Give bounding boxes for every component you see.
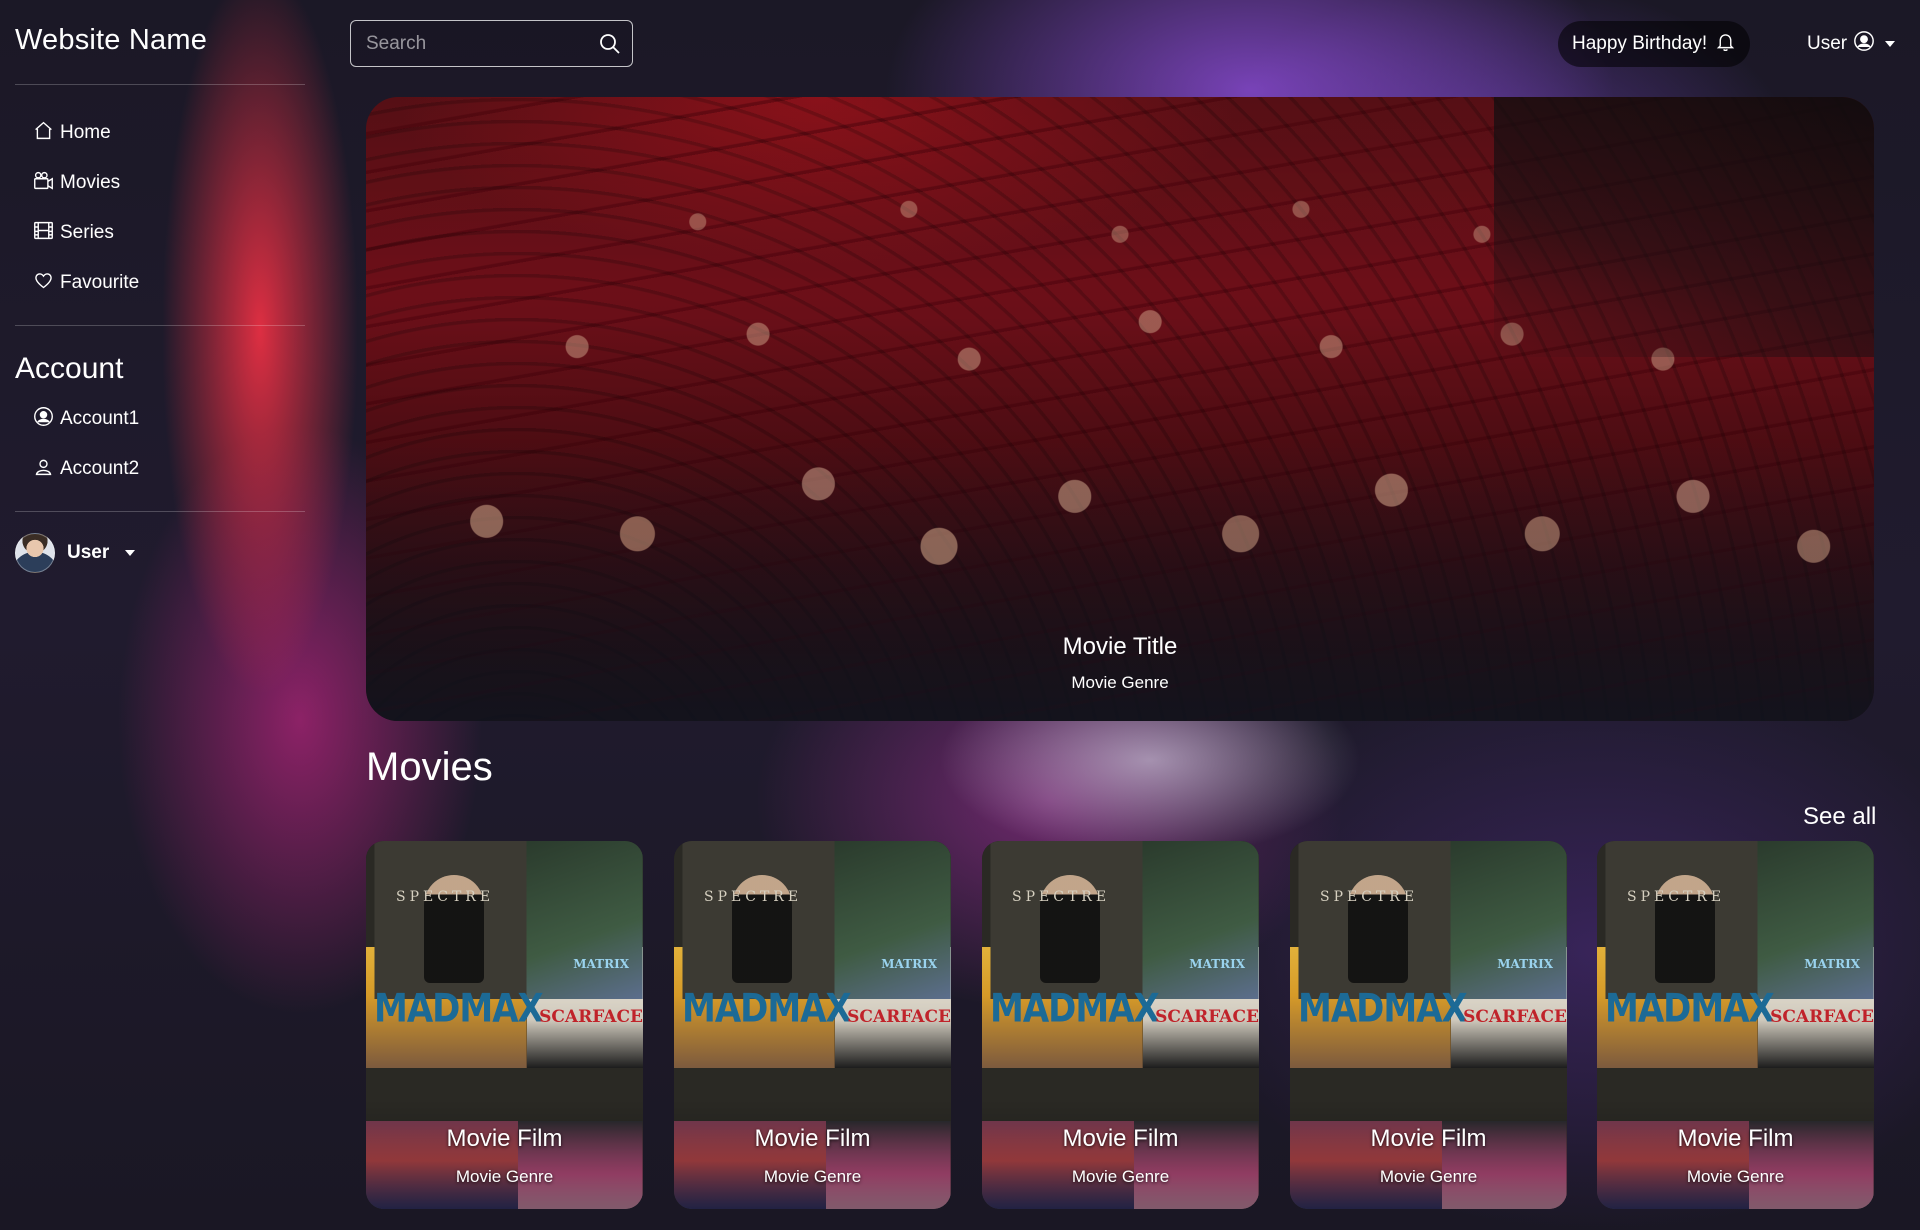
sidebar-user-menu[interactable]: User [15,533,136,573]
poster-text-madmax: MADMAX [682,986,852,1032]
sidebar-divider [15,84,305,85]
card-title: Movie Film [1370,1125,1487,1152]
card-genre: Movie Genre [1686,1167,1785,1186]
hero-image-shadow [1494,97,1874,357]
card-title: Movie Film [754,1125,871,1152]
caret-down-icon [125,550,136,556]
sidebar-item-series[interactable]: Series [33,213,114,253]
house-icon [33,120,54,147]
sidebar-item-label: Home [60,122,111,143]
card-genre: Movie Genre [763,1167,862,1186]
movies-heading: Movies [366,745,493,789]
poster-text-scarface: SCARFACE [1463,1007,1567,1027]
sidebar-user-label: User [67,542,110,563]
poster-text-spectre: SPECTRE [1627,889,1726,905]
bell-icon [1715,31,1736,58]
poster-text-scarface: SCARFACE [1155,1007,1259,1027]
movie-card[interactable]: SPECTRE MATRIX MADMAX SCARFACE Movie Fil… [982,841,1259,1209]
poster-text-matrix: MATRIX [1804,957,1860,971]
movie-card[interactable]: SPECTRE MATRIX MADMAX SCARFACE Movie Fil… [1597,841,1874,1209]
poster-text-madmax: MADMAX [1605,986,1775,1032]
search-box [350,20,633,67]
poster-text-spectre: SPECTRE [1012,889,1111,905]
poster-text-matrix: MATRIX [573,957,629,971]
film-strip-icon [33,220,54,247]
search-icon[interactable] [598,32,622,56]
card-caption: Movie Film Movie Genre [982,1125,1259,1187]
search-input[interactable] [351,21,632,66]
poster-text-matrix: MATRIX [881,957,937,971]
hero-genre: Movie Genre [1071,673,1169,692]
hero-caption: Movie Title Movie Genre [366,633,1874,693]
card-genre: Movie Genre [1379,1167,1478,1186]
sidebar-item-label: Series [60,222,114,243]
avatar [15,533,55,573]
user-circle-icon [33,406,54,433]
sidebar-divider [15,325,305,326]
top-user-label: User [1807,33,1848,54]
poster-text-matrix: MATRIX [1189,957,1245,971]
poster-text-madmax: MADMAX [1298,986,1468,1032]
movie-card[interactable]: SPECTRE MATRIX MADMAX SCARFACE Movie Fil… [1290,841,1567,1209]
poster-text-scarface: SCARFACE [847,1007,951,1027]
card-caption: Movie Film Movie Genre [1597,1125,1874,1187]
poster-text-scarface: SCARFACE [1770,1007,1874,1027]
card-title: Movie Film [446,1125,563,1152]
card-title: Movie Film [1677,1125,1794,1152]
poster-text-spectre: SPECTRE [396,889,495,905]
user-icon [33,456,54,483]
sidebar-item-label: Favourite [60,272,140,293]
account-section-title: Account [15,352,124,385]
movie-card[interactable]: SPECTRE MATRIX MADMAX SCARFACE Movie Fil… [674,841,951,1209]
card-genre: Movie Genre [1071,1167,1170,1186]
poster-text-spectre: SPECTRE [704,889,803,905]
poster-text-madmax: MADMAX [990,986,1160,1032]
sidebar-item-label: Account2 [60,458,140,479]
card-caption: Movie Film Movie Genre [366,1125,643,1187]
sidebar-item-account1[interactable]: Account1 [33,399,139,439]
poster-text-madmax: MADMAX [374,986,544,1032]
notification-label: Happy Birthday! [1572,33,1708,54]
film-camera-icon [33,170,54,197]
card-caption: Movie Film Movie Genre [1290,1125,1567,1187]
caret-down-icon [1885,41,1896,47]
sidebar-item-favourite[interactable]: Favourite [33,263,139,303]
poster-text-scarface: SCARFACE [539,1007,643,1027]
card-caption: Movie Film Movie Genre [674,1125,951,1187]
brand-name[interactable]: Website Name [15,24,207,57]
movie-card[interactable]: SPECTRE MATRIX MADMAX SCARFACE Movie Fil… [366,841,643,1209]
see-all-link[interactable]: See all [1803,803,1876,831]
top-user-menu[interactable]: User [1807,30,1896,58]
poster-text-spectre: SPECTRE [1320,889,1419,905]
notification-pill[interactable]: Happy Birthday! [1558,21,1751,67]
card-genre: Movie Genre [455,1167,554,1186]
heart-icon [33,270,54,297]
hero-banner[interactable]: Movie Title Movie Genre [366,97,1874,721]
sidebar: Website Name Home Movies Series Favourit… [15,0,305,600]
hero-title: Movie Title [1062,633,1178,660]
sidebar-item-label: Movies [60,172,121,193]
card-title: Movie Film [1062,1125,1179,1152]
sidebar-item-account2[interactable]: Account2 [33,449,139,489]
user-circle-icon [1853,30,1875,58]
sidebar-item-home[interactable]: Home [33,113,111,153]
sidebar-item-movies[interactable]: Movies [33,163,120,203]
sidebar-item-label: Account1 [60,408,140,429]
sidebar-divider [15,511,305,512]
poster-text-matrix: MATRIX [1497,957,1553,971]
